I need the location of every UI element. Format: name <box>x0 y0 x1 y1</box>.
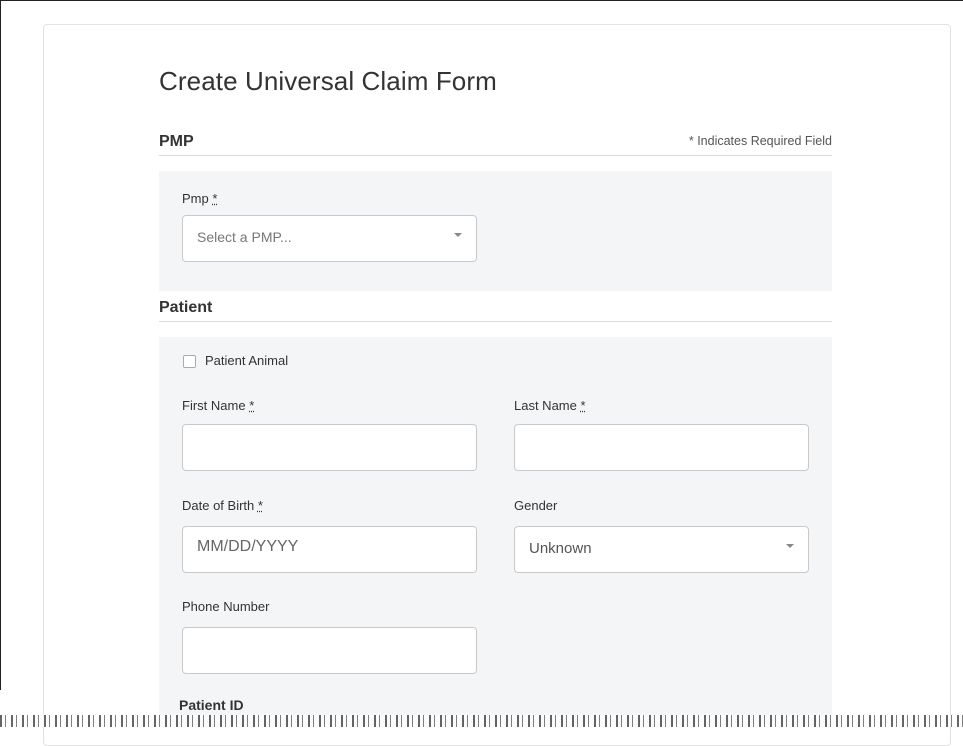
patient-section-title: Patient <box>159 299 213 316</box>
required-mark: * <box>249 398 255 413</box>
pmp-section-header: PMP * Indicates Required Field <box>159 133 832 156</box>
required-mark: * <box>212 191 218 206</box>
cut-off-text-strip <box>0 715 963 727</box>
phone-number-label: Phone Number <box>182 599 270 614</box>
patient-animal-checkbox[interactable] <box>183 355 196 368</box>
pmp-label: Pmp * <box>182 191 217 206</box>
patient-section-header: Patient <box>159 299 832 322</box>
dob-placeholder: MM/DD/YYYY <box>197 538 299 555</box>
dob-label: Date of Birth * <box>182 498 263 513</box>
pmp-select[interactable]: Select a PMP... <box>182 215 477 262</box>
phone-number-field[interactable] <box>182 627 477 674</box>
first-name-label-text: First Name <box>182 398 246 413</box>
last-name-label-text: Last Name <box>514 398 577 413</box>
last-name-label: Last Name * <box>514 398 586 413</box>
chevron-down-icon <box>454 233 462 237</box>
gender-select[interactable]: Unknown <box>514 526 809 573</box>
pmp-select-placeholder: Select a PMP... <box>197 229 292 245</box>
window-top-border <box>0 0 963 1</box>
pmp-section-title: PMP <box>159 133 194 150</box>
required-mark: * <box>580 398 586 413</box>
pmp-section-body: Pmp * Select a PMP... <box>159 171 832 291</box>
chevron-down-icon <box>786 544 794 548</box>
page-title: Create Universal Claim Form <box>159 66 497 96</box>
first-name-label: First Name * <box>182 398 254 413</box>
patient-section-body: Patient Animal First Name * Last Name * … <box>159 337 832 727</box>
patient-animal-label: Patient Animal <box>205 353 289 368</box>
first-name-field[interactable] <box>182 424 477 471</box>
required-mark: * <box>257 498 263 513</box>
gender-select-value: Unknown <box>529 540 592 557</box>
gender-label: Gender <box>514 498 558 513</box>
patient-id-heading: Patient ID <box>179 697 244 713</box>
pmp-label-text: Pmp <box>182 191 209 206</box>
dob-field[interactable]: MM/DD/YYYY <box>182 526 477 573</box>
last-name-field[interactable] <box>514 424 809 471</box>
required-field-note: * Indicates Required Field <box>688 134 832 148</box>
window-left-border <box>0 0 1 690</box>
dob-label-text: Date of Birth <box>182 498 255 513</box>
